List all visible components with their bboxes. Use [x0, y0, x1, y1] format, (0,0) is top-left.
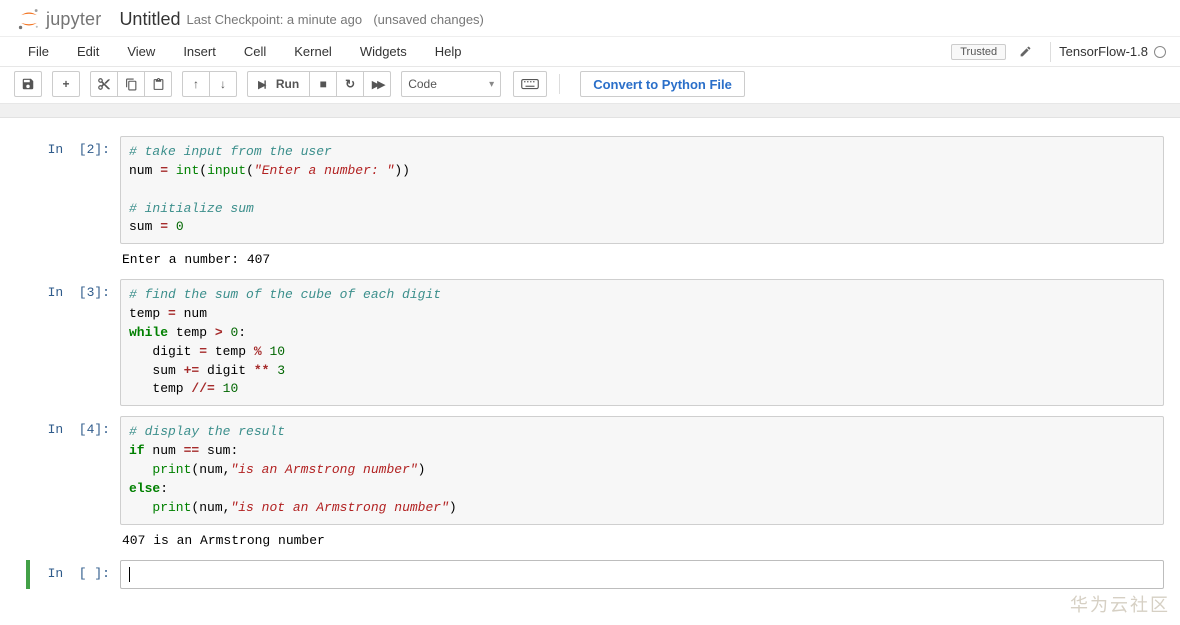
input-prompt: In [4]:	[20, 416, 120, 549]
menu-edit[interactable]: Edit	[63, 38, 113, 65]
code-cell[interactable]: In [3]:# find the sum of the cube of eac…	[10, 279, 1170, 406]
jupyter-logo[interactable]: jupyter	[16, 6, 101, 32]
cursor	[129, 567, 130, 582]
code-input[interactable]	[120, 560, 1164, 589]
menu-bar: FileEditViewInsertCellKernelWidgetsHelp …	[0, 37, 1180, 67]
toolbar: + ↑ ↓ ▶▎ Run ■ ↻ ▶▶ Code ▾	[0, 67, 1180, 104]
save-button[interactable]	[14, 71, 42, 97]
restart-button[interactable]: ↻	[336, 71, 364, 97]
paste-icon	[152, 78, 165, 91]
logo-text: jupyter	[46, 9, 101, 30]
cell-content	[120, 560, 1164, 589]
keyboard-icon	[521, 78, 539, 90]
toolbar-divider	[559, 74, 560, 94]
cell-type-select[interactable]: Code ▾	[401, 71, 501, 97]
run-button[interactable]: ▶▎ Run	[247, 71, 310, 97]
copy-icon	[125, 78, 138, 91]
menu-cell[interactable]: Cell	[230, 38, 280, 65]
chevron-down-icon: ▾	[489, 79, 494, 90]
convert-label: Convert to Python File	[593, 77, 732, 92]
code-input[interactable]: # find the sum of the cube of each digit…	[120, 279, 1164, 406]
code-input[interactable]: # take input from the user num = int(inp…	[120, 136, 1164, 244]
menu-insert[interactable]: Insert	[169, 38, 230, 65]
menu-view[interactable]: View	[113, 38, 169, 65]
cut-icon	[97, 77, 111, 91]
menu-file[interactable]: File	[14, 38, 63, 65]
divider	[1050, 42, 1051, 62]
unsaved-text: (unsaved changes)	[373, 12, 484, 27]
kernel-name[interactable]: TensorFlow-1.8	[1059, 44, 1148, 59]
output-text: 407 is an Armstrong number	[120, 525, 1164, 550]
kernel-indicator-icon[interactable]	[1154, 46, 1166, 58]
header-bar: jupyter Untitled Last Checkpoint: a minu…	[0, 0, 1180, 37]
copy-button[interactable]	[117, 71, 145, 97]
restart-icon: ↻	[345, 77, 355, 91]
arrow-down-icon: ↓	[220, 77, 226, 91]
notebook-title[interactable]: Untitled	[119, 9, 180, 30]
plus-icon: +	[62, 77, 69, 91]
cell-content: # find the sum of the cube of each digit…	[120, 279, 1164, 406]
convert-to-python-button[interactable]: Convert to Python File	[580, 71, 745, 97]
notebook-container: In [2]:# take input from the user num = …	[0, 118, 1180, 625]
code-cell[interactable]: In [ ]:	[26, 560, 1170, 589]
edit-icon[interactable]	[1014, 41, 1036, 63]
save-icon	[21, 77, 35, 91]
input-prompt: In [ ]:	[30, 560, 120, 589]
input-prompt: In [3]:	[20, 279, 120, 406]
input-prompt: In [2]:	[20, 136, 120, 269]
code-cell[interactable]: In [2]:# take input from the user num = …	[10, 136, 1170, 269]
cell-type-value: Code	[408, 77, 437, 91]
menu-kernel[interactable]: Kernel	[280, 38, 346, 65]
paste-button[interactable]	[144, 71, 172, 97]
restart-run-all-button[interactable]: ▶▶	[363, 71, 391, 97]
cell-content: # display the result if num == sum: prin…	[120, 416, 1164, 549]
trusted-badge[interactable]: Trusted	[951, 44, 1006, 60]
cell-content: # take input from the user num = int(inp…	[120, 136, 1164, 269]
stop-button[interactable]: ■	[309, 71, 337, 97]
move-up-button[interactable]: ↑	[182, 71, 210, 97]
jupyter-icon	[16, 6, 42, 32]
checkpoint-text: Last Checkpoint: a minute ago	[186, 12, 362, 27]
fast-forward-icon: ▶▶	[372, 78, 383, 91]
code-input[interactable]: # display the result if num == sum: prin…	[120, 416, 1164, 524]
code-cell[interactable]: In [4]:# display the result if num == su…	[10, 416, 1170, 549]
stop-icon: ■	[320, 77, 327, 91]
run-label: Run	[276, 77, 299, 91]
output-text: Enter a number: 407	[120, 244, 1164, 269]
menu-help[interactable]: Help	[421, 38, 476, 65]
command-palette-button[interactable]	[513, 71, 547, 97]
add-cell-button[interactable]: +	[52, 71, 80, 97]
move-down-button[interactable]: ↓	[209, 71, 237, 97]
gap-band	[0, 104, 1180, 118]
menu-widgets[interactable]: Widgets	[346, 38, 421, 65]
arrow-up-icon: ↑	[193, 77, 199, 91]
cut-button[interactable]	[90, 71, 118, 97]
